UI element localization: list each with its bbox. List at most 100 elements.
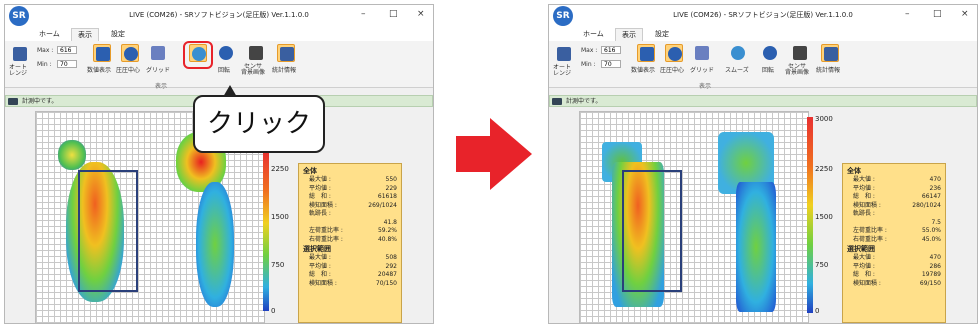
min-input[interactable]: 70 xyxy=(57,60,77,68)
center-of-pressure-label: 圧圧中心 xyxy=(116,67,141,74)
center-of-pressure-label: 圧圧中心 xyxy=(660,67,685,74)
window-before: SR LIVE (COM26) - SRソフトビジョン(足圧版) Ver.1.1… xyxy=(4,4,434,324)
scale-tick: 0 xyxy=(271,307,276,315)
selection-header: 選択範囲 xyxy=(847,245,875,253)
title-bar: SR LIVE (COM26) - SRソフトビジョン(足圧版) Ver.1.1… xyxy=(549,5,977,27)
statistics-icon[interactable] xyxy=(277,44,295,62)
auto-range-label: オート レンジ xyxy=(553,64,572,77)
auto-range-icon[interactable] xyxy=(555,45,573,63)
ribbon-group-label: 表示 xyxy=(699,83,712,90)
pressure-map[interactable] xyxy=(579,111,809,323)
scale-tick: 1500 xyxy=(815,213,833,221)
tab-settings[interactable]: 設定 xyxy=(105,28,131,40)
maximize-button[interactable]: □ xyxy=(389,9,398,19)
right-foot-heatmap xyxy=(196,182,234,307)
tab-home[interactable]: ホーム xyxy=(33,28,66,40)
color-scale-bar xyxy=(807,117,813,313)
numeric-display-icon[interactable] xyxy=(93,44,111,62)
tab-settings[interactable]: 設定 xyxy=(649,28,675,40)
scale-tick: 750 xyxy=(271,261,285,269)
click-callout: クリック xyxy=(193,95,325,153)
title-bar: SR LIVE (COM26) - SRソフトビジョン(足圧版) Ver.1.1… xyxy=(5,5,433,27)
rotate-label: 回転 xyxy=(218,67,231,74)
statistics-panel: 全体 最大値 :470 平均値 :236 総 和 :66147 検知面積 :28… xyxy=(842,163,946,323)
center-of-pressure-icon[interactable] xyxy=(665,44,683,62)
grid-label: グリッド xyxy=(690,67,715,74)
rotate-icon[interactable] xyxy=(761,44,779,62)
center-of-pressure-icon[interactable] xyxy=(121,44,139,62)
sensor-background-label: センサ 背景画像 xyxy=(785,63,810,76)
left-ratio: 59.2% xyxy=(377,227,397,234)
numeric-display-label: 数値表示 xyxy=(631,67,656,74)
max-label: Max : xyxy=(37,47,54,54)
numeric-display-icon[interactable] xyxy=(637,44,655,62)
auto-range-icon[interactable] xyxy=(11,45,29,63)
grid-label: グリッド xyxy=(146,67,171,74)
close-button[interactable]: × xyxy=(961,9,969,19)
ribbon: オート レンジ Max : 616 Min : 70 数値表示 圧圧中心 グリッ… xyxy=(5,41,433,90)
statistics-label: 統計情報 xyxy=(272,67,297,74)
grid-icon[interactable] xyxy=(149,44,167,62)
statistics-panel: 全体 最大値 :550 平均値 :229 総 和 :61618 検知面積 :26… xyxy=(298,163,402,323)
rotate-label: 回転 xyxy=(762,67,775,74)
right-ratio: 40.8% xyxy=(377,235,397,243)
scale-tick: 2250 xyxy=(271,165,289,173)
ribbon: オート レンジ Max : 616 Min : 70 数値表示 圧圧中心 グリッ… xyxy=(549,41,977,90)
scale-tick: 3000 xyxy=(815,115,833,123)
max-input[interactable]: 616 xyxy=(57,46,77,54)
maximize-button[interactable]: □ xyxy=(933,9,942,19)
tab-home[interactable]: ホーム xyxy=(577,28,610,40)
color-scale-bar xyxy=(263,151,269,311)
scale-tick: 750 xyxy=(815,261,829,269)
area-value: 269/1024 xyxy=(368,201,397,209)
sensor-background-icon[interactable] xyxy=(247,44,265,62)
status-icon xyxy=(8,98,18,105)
max-input[interactable]: 616 xyxy=(601,46,621,54)
all-header: 全体 xyxy=(847,167,861,175)
smooth-button-highlight xyxy=(183,41,213,69)
numeric-display-label: 数値表示 xyxy=(87,67,112,74)
right-foot-heatmap xyxy=(736,182,776,312)
trail-value: 7.5 xyxy=(931,218,941,226)
arrow-shaft xyxy=(456,136,492,172)
statistics-label: 統計情報 xyxy=(816,67,841,74)
selection-rectangle[interactable] xyxy=(78,170,138,292)
window-after: SR LIVE (COM26) - SRソフトビジョン(足圧版) Ver.1.1… xyxy=(548,4,978,324)
left-ratio: 55.0% xyxy=(921,227,941,234)
minimize-button[interactable]: – xyxy=(905,9,910,19)
scale-tick: 1500 xyxy=(271,213,289,221)
scale-tick: 2250 xyxy=(815,165,833,173)
area-value: 280/1024 xyxy=(912,201,941,209)
max-label: Max : xyxy=(581,47,598,54)
min-label: Min : xyxy=(581,61,596,68)
sensor-background-icon[interactable] xyxy=(791,44,809,62)
grid-icon[interactable] xyxy=(693,44,711,62)
tab-view[interactable]: 表示 xyxy=(71,28,99,41)
max-value: 550 xyxy=(385,176,397,183)
selection-rectangle[interactable] xyxy=(622,170,682,292)
window-title: LIVE (COM26) - SRソフトビジョン(足圧版) Ver.1.1.0.… xyxy=(129,11,309,19)
smooth-label: スムーズ xyxy=(725,67,749,74)
ribbon-tabs: ホーム 表示 設定 xyxy=(5,27,433,41)
min-label: Min : xyxy=(37,61,52,68)
rotate-icon[interactable] xyxy=(217,44,235,62)
smooth-icon[interactable] xyxy=(729,44,747,62)
all-header: 全体 xyxy=(303,167,317,175)
status-bar: 計測中です。 xyxy=(549,95,977,107)
minimize-button[interactable]: – xyxy=(361,9,366,19)
window-title: LIVE (COM26) - SRソフトビジョン(足圧版) Ver.1.1.0.… xyxy=(673,11,853,19)
close-button[interactable]: × xyxy=(417,9,425,19)
auto-range-label: オート レンジ xyxy=(9,64,28,77)
tab-view[interactable]: 表示 xyxy=(615,28,643,41)
min-input[interactable]: 70 xyxy=(601,60,621,68)
sensor-background-label: センサ 背景画像 xyxy=(241,63,266,76)
trail-value: 41.8 xyxy=(383,218,397,226)
status-icon xyxy=(552,98,562,105)
selection-header: 選択範囲 xyxy=(303,245,331,253)
statistics-icon[interactable] xyxy=(821,44,839,62)
avg-value: 229 xyxy=(385,184,397,192)
scale-tick: 0 xyxy=(815,307,820,315)
avg-value: 236 xyxy=(929,184,941,192)
arrow-head xyxy=(490,118,532,190)
sum-value: 66147 xyxy=(921,193,941,200)
